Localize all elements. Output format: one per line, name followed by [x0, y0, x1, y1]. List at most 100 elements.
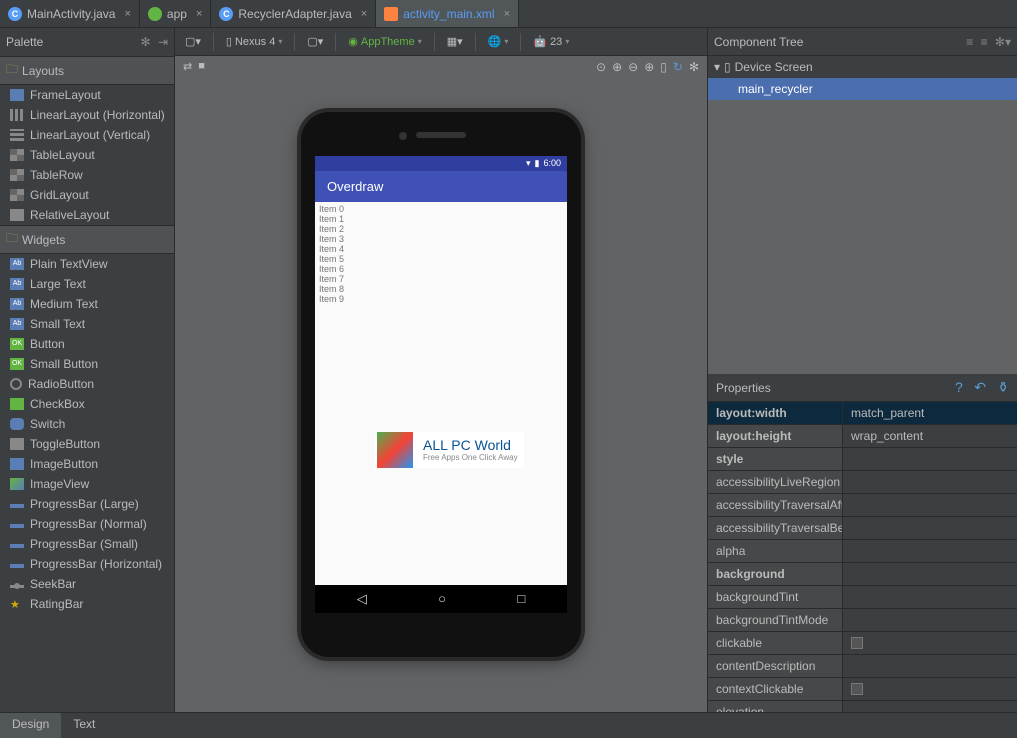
tab-text[interactable]: Text	[61, 713, 107, 738]
tab-mainactivity[interactable]: C MainActivity.java ×	[0, 0, 140, 27]
locale-selector[interactable]: 🌐	[484, 33, 513, 50]
zoom-fit-icon[interactable]: ⊕	[612, 60, 622, 74]
watermark: ALL PC World Free Apps One Click Away	[375, 432, 524, 468]
property-row[interactable]: layout:heightwrap_content	[708, 425, 1017, 448]
design-canvas[interactable]: ⇄ ■ ⊙ ⊕ ⊖ ⊕ ▯ ↻ ✻ ▾ ▮ 6:00	[175, 56, 707, 712]
settings-icon[interactable]: ✻	[689, 60, 699, 74]
zoom-actual-icon[interactable]: ⊙	[596, 60, 606, 74]
palette-item[interactable]: TableLayout	[0, 145, 174, 165]
theme-selector[interactable]: ◉ AppTheme	[344, 33, 425, 50]
palette-item[interactable]: LinearLayout (Vertical)	[0, 125, 174, 145]
tree-node-device[interactable]: ▾ ▯ Device Screen	[708, 56, 1017, 78]
palette-item[interactable]: ToggleButton	[0, 434, 174, 454]
close-icon[interactable]: ×	[124, 8, 130, 20]
close-icon[interactable]: ×	[196, 8, 202, 20]
palette-item[interactable]: GridLayout	[0, 185, 174, 205]
palette-item[interactable]: OKSmall Button	[0, 354, 174, 374]
expand-icon[interactable]: ≡	[966, 35, 973, 49]
filter-icon[interactable]: ⚱	[997, 379, 1009, 395]
collapse-icon[interactable]: ⇥	[158, 35, 168, 49]
toggle-view-icon[interactable]: ⇄	[183, 60, 192, 73]
tab-recycleradapter[interactable]: C RecyclerAdapter.java ×	[211, 0, 376, 27]
palette-item[interactable]: ProgressBar (Large)	[0, 494, 174, 514]
palette-item[interactable]: ProgressBar (Horizontal)	[0, 554, 174, 574]
property-row[interactable]: backgroundTint	[708, 586, 1017, 609]
property-value[interactable]	[843, 701, 1017, 712]
palette-panel: Palette ✻ ⇥ 🗀LayoutsFrameLayoutLinearLay…	[0, 28, 175, 712]
collapse-icon[interactable]: ≡	[981, 35, 988, 49]
tab-app[interactable]: app ×	[140, 0, 211, 27]
palette-item[interactable]: CheckBox	[0, 394, 174, 414]
property-value[interactable]: match_parent	[843, 402, 1017, 424]
palette-item[interactable]: AbSmall Text	[0, 314, 174, 334]
tab-activity-main[interactable]: activity_main.xml ×	[376, 0, 519, 27]
palette-item[interactable]: RadioButton	[0, 374, 174, 394]
property-value[interactable]	[843, 586, 1017, 608]
close-icon[interactable]: ×	[504, 8, 510, 20]
property-row[interactable]: backgroundTintMode	[708, 609, 1017, 632]
palette-item[interactable]: AbLarge Text	[0, 274, 174, 294]
palette-item[interactable]: RelativeLayout	[0, 205, 174, 225]
property-row[interactable]: accessibilityTraversalBefore	[708, 517, 1017, 540]
property-value[interactable]	[843, 655, 1017, 677]
palette-item[interactable]: AbPlain TextView	[0, 254, 174, 274]
viewport-icon[interactable]: ▢▾	[181, 33, 205, 50]
undo-icon[interactable]: ↶	[974, 379, 986, 395]
palette-item[interactable]: ProgressBar (Small)	[0, 534, 174, 554]
property-value[interactable]: wrap_content	[843, 425, 1017, 447]
palette-item[interactable]: SeekBar	[0, 574, 174, 594]
property-row[interactable]: contentDescription	[708, 655, 1017, 678]
palette-item[interactable]: FrameLayout	[0, 85, 174, 105]
palette-item[interactable]: ProgressBar (Normal)	[0, 514, 174, 534]
blueprint-icon[interactable]: ■	[198, 60, 205, 73]
palette-item[interactable]: OKButton	[0, 334, 174, 354]
palette-item-label: Plain TextView	[30, 257, 108, 271]
property-value[interactable]	[843, 678, 1017, 700]
help-icon[interactable]: ?	[955, 379, 963, 395]
property-row[interactable]: style	[708, 448, 1017, 471]
config-icon[interactable]: ▦▾	[443, 33, 467, 50]
gear-icon[interactable]: ✻▾	[995, 35, 1011, 49]
property-row[interactable]: accessibilityLiveRegion	[708, 471, 1017, 494]
checkbox-icon[interactable]	[851, 637, 863, 649]
palette-item[interactable]: ImageButton	[0, 454, 174, 474]
checkbox-icon[interactable]	[851, 683, 863, 695]
property-row[interactable]: clickable	[708, 632, 1017, 655]
property-value[interactable]	[843, 632, 1017, 654]
tab-design[interactable]: Design	[0, 713, 61, 738]
property-value[interactable]	[843, 471, 1017, 493]
zoom-in-icon[interactable]: ⊕	[644, 60, 654, 74]
palette-item[interactable]: TableRow	[0, 165, 174, 185]
property-value[interactable]	[843, 540, 1017, 562]
palette-item[interactable]: ImageView	[0, 474, 174, 494]
list-item: Item 7	[317, 274, 565, 284]
property-value[interactable]	[843, 494, 1017, 516]
palette-item[interactable]: ★RatingBar	[0, 594, 174, 614]
palette-group-widgets[interactable]: 🗀Widgets	[0, 225, 174, 254]
device-selector[interactable]: ▯ Nexus 4	[222, 33, 286, 50]
property-value[interactable]	[843, 448, 1017, 470]
gear-icon[interactable]: ✻	[141, 35, 151, 49]
property-value[interactable]	[843, 563, 1017, 585]
palette-item[interactable]: AbMedium Text	[0, 294, 174, 314]
property-row[interactable]: alpha	[708, 540, 1017, 563]
palette-group-layouts[interactable]: 🗀Layouts	[0, 56, 174, 85]
expand-arrow-icon[interactable]: ▾	[714, 60, 720, 74]
palette-item[interactable]: Switch	[0, 414, 174, 434]
property-row[interactable]: background	[708, 563, 1017, 586]
api-selector[interactable]: 🤖 23	[529, 33, 573, 50]
tree-node-recycler[interactable]: main_recycler	[708, 78, 1017, 100]
property-value[interactable]	[843, 517, 1017, 539]
orientation-icon[interactable]: ▢▾	[303, 33, 327, 50]
zoom-out-icon[interactable]: ⊖	[628, 60, 638, 74]
property-value[interactable]	[843, 609, 1017, 631]
palette-item[interactable]: LinearLayout (Horizontal)	[0, 105, 174, 125]
property-row[interactable]: elevation	[708, 701, 1017, 712]
property-name: contentDescription	[708, 655, 843, 677]
refresh-icon[interactable]: ↻	[673, 60, 683, 74]
property-row[interactable]: layout:widthmatch_parent	[708, 402, 1017, 425]
close-icon[interactable]: ×	[361, 8, 367, 20]
pan-icon[interactable]: ▯	[660, 60, 667, 74]
property-row[interactable]: contextClickable	[708, 678, 1017, 701]
property-row[interactable]: accessibilityTraversalAfter	[708, 494, 1017, 517]
